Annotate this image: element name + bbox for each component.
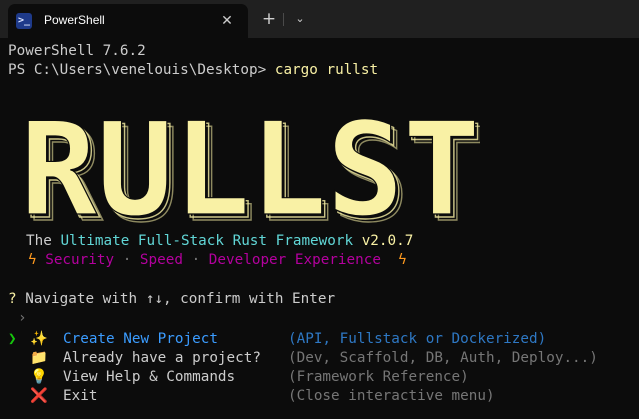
feature-dx: Developer Experience (208, 252, 381, 268)
menu-item-label: Create New Project (63, 331, 218, 347)
navigation-text: Navigate with ↑↓, confirm with Enter (25, 291, 336, 307)
selection-pointer: ❯ (8, 331, 17, 347)
lightning-icon: ϟ (28, 252, 37, 268)
question-marker: ? (8, 291, 26, 307)
menu-item-description: (Dev, Scaffold, DB, Auth, Deploy...) (288, 350, 598, 366)
menu-item-exit[interactable]: ❌ Exit (Close interactive menu) (8, 387, 628, 406)
chevron-down-icon[interactable]: ⌄ (289, 8, 311, 30)
menu-item-create-project[interactable]: ❯ ✨ Create New Project (API, Fullstack o… (8, 330, 628, 349)
menu-item-help[interactable]: 💡 View Help & Commands (Framework Refere… (8, 368, 628, 387)
input-cursor: › (18, 310, 27, 326)
tagline: The Ultimate Full-Stack Rust Framework v… (26, 232, 413, 251)
close-icon[interactable]: ✕ (216, 10, 238, 32)
cross-icon: ❌ (30, 388, 48, 404)
powershell-icon: >_ (16, 13, 32, 29)
banner-letter: S (326, 96, 403, 228)
rullst-banner: RRRUUULLLLLLSSSTTT (20, 96, 480, 228)
tagline-prefix: The (26, 233, 61, 249)
banner-letter: L (250, 96, 327, 228)
tab-bar: >_ PowerShell ✕ + ⌄ (0, 0, 639, 38)
features-line: ϟ Security · Speed · Developer Experienc… (28, 251, 407, 270)
menu-item-label: Exit (63, 388, 98, 404)
feature-separator: · (114, 252, 140, 268)
tab-divider (283, 13, 284, 26)
banner-letter: L (173, 96, 250, 228)
feature-security: Security (45, 252, 115, 268)
terminal-output[interactable]: PowerShell 7.6.2 PS C:\Users\venelouis\D… (8, 38, 639, 419)
sparkles-icon: ✨ (30, 331, 48, 347)
prompt-path: PS C:\Users\venelouis\Desktop> (8, 62, 275, 78)
menu-item-description: (Framework Reference) (288, 369, 469, 385)
banner-art: RRR UUU LLL LLL SSS TTT (20, 96, 480, 228)
menu-item-description: (API, Fullstack or Dockerized) (288, 331, 547, 347)
plus-icon[interactable]: + (258, 8, 280, 30)
banner-letter: T (403, 96, 480, 228)
tagline-name: Ultimate Full-Stack Rust Framework (60, 233, 354, 249)
banner-letter: U (96, 96, 173, 228)
lightning-icon: ϟ (398, 252, 407, 268)
tab-powershell[interactable]: >_ PowerShell ✕ (8, 4, 248, 38)
tab-title: PowerShell (44, 13, 105, 27)
banner-letter: R (20, 96, 98, 228)
menu-item-description: (Close interactive menu) (288, 388, 495, 404)
lightbulb-icon: 💡 (30, 369, 48, 385)
menu-item-label: View Help & Commands (63, 369, 236, 385)
folder-icon: 📁 (30, 350, 48, 366)
command-text: cargo rullst (274, 62, 379, 78)
menu-item-label: Already have a project? (63, 350, 261, 366)
tagline-version: v2.0.7 (353, 233, 414, 249)
menu-item-existing-project[interactable]: 📁 Already have a project? (Dev, Scaffold… (8, 349, 628, 368)
feature-speed: Speed (139, 252, 183, 268)
feature-separator: · (182, 252, 209, 268)
version-line: PowerShell 7.6.2 (8, 43, 146, 59)
prompt-line: PS C:\Users\venelouis\Desktop> cargo rul… (8, 61, 378, 80)
navigation-hint: ? Navigate with ↑↓, confirm with Enter (8, 290, 335, 309)
